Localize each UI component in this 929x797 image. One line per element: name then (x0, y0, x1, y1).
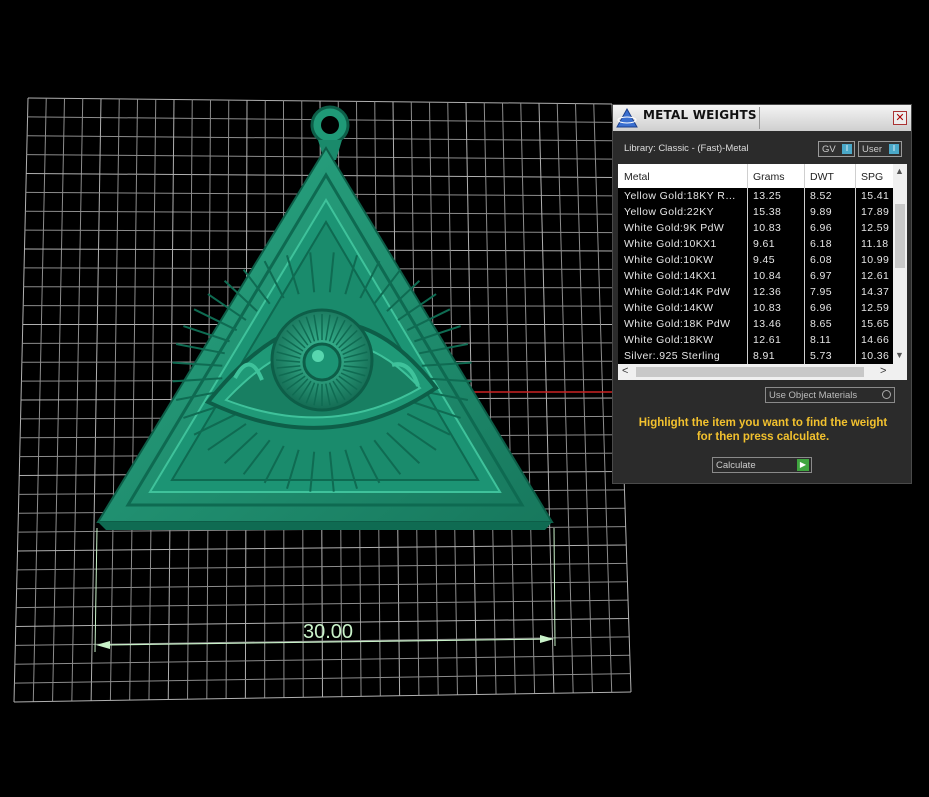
panel-titlebar[interactable]: METAL WEIGHTS ✕ (613, 105, 911, 131)
grams-cell: 10.84 (753, 270, 782, 282)
library-label: Library: Classic - (Fast)-Metal (624, 143, 749, 154)
column-header-grams[interactable]: Grams (753, 171, 785, 183)
gv-toggle-label: GV (822, 144, 836, 155)
dwt-cell: 8.65 (810, 318, 833, 330)
metal-cell: White Gold:14K PdW (624, 286, 731, 298)
pendant-model[interactable] (96, 105, 554, 530)
table-row[interactable]: White Gold:14KX1 10.84 6.97 12.61 (618, 268, 893, 284)
metal-cell: White Gold:14KW (624, 302, 714, 314)
pyramid-logo-icon (616, 107, 638, 128)
table-row[interactable]: White Gold:14K PdW 12.36 7.95 14.37 (618, 284, 893, 300)
toggle-knob-icon: I (889, 144, 899, 154)
vertical-scroll-thumb[interactable] (895, 204, 905, 268)
metal-cell: White Gold:9K PdW (624, 222, 725, 234)
dimension-value: 30.00 (303, 621, 353, 643)
table-header: Metal Grams DWT SPG (618, 164, 893, 188)
table-row[interactable]: White Gold:18K PdW 13.46 8.65 15.65 (618, 316, 893, 332)
metal-cell: White Gold:10KX1 (624, 238, 717, 250)
column-header-dwt[interactable]: DWT (810, 171, 834, 183)
close-icon[interactable]: ✕ (893, 111, 907, 125)
toggle-knob-icon: I (842, 144, 852, 154)
calculate-button[interactable]: Calculate ▶ (712, 457, 812, 473)
instruction-line-1: Highlight the item you want to find the … (638, 417, 888, 429)
dwt-cell: 6.08 (810, 254, 833, 266)
play-arrow-icon: ▶ (797, 459, 809, 471)
instruction-text: Highlight the item you want to find the … (623, 416, 903, 444)
metal-cell: Silver:.925 Sterling (624, 350, 721, 362)
horizontal-scrollbar[interactable]: < > (618, 364, 907, 380)
scroll-right-icon[interactable]: > (880, 365, 886, 377)
metal-cell: White Gold:18KW (624, 334, 714, 346)
table-row[interactable]: Yellow Gold:22KY 15.38 9.89 17.89 (618, 204, 893, 220)
metal-cell: White Gold:18K PdW (624, 318, 731, 330)
dwt-cell: 6.97 (810, 270, 833, 282)
user-toggle[interactable]: User I (858, 141, 902, 157)
instruction-line-2: for then press calculate. (696, 431, 830, 443)
gv-toggle[interactable]: GV I (818, 141, 855, 157)
grams-cell: 8.91 (753, 350, 776, 362)
metal-cell: Yellow Gold:18KY R… (624, 190, 737, 202)
use-object-materials-label: Use Object Materials (769, 390, 858, 401)
table-row[interactable]: White Gold:10KW 9.45 6.08 10.99 (618, 252, 893, 268)
metal-weights-panel: METAL WEIGHTS ✕ Library: Classic - (Fast… (612, 104, 912, 484)
dwt-cell: 8.52 (810, 190, 833, 202)
dwt-cell: 7.95 (810, 286, 833, 298)
grams-cell: 13.46 (753, 318, 782, 330)
dwt-cell: 8.11 (810, 334, 832, 346)
dwt-cell: 6.96 (810, 302, 833, 314)
title-divider (759, 107, 760, 129)
radio-icon[interactable] (882, 390, 891, 399)
table-row[interactable]: White Gold:10KX1 9.61 6.18 11.18 (618, 236, 893, 252)
column-header-metal[interactable]: Metal (624, 171, 650, 183)
grams-cell: 13.25 (753, 190, 782, 202)
scroll-left-icon[interactable]: < (622, 365, 628, 377)
eye-pupil (302, 342, 342, 382)
column-header-spg[interactable]: SPG (861, 171, 883, 183)
vertical-scrollbar[interactable]: ▲ ▼ (893, 164, 907, 364)
calculate-label: Calculate (716, 460, 756, 471)
scroll-up-icon[interactable]: ▲ (895, 166, 904, 176)
table-row[interactable]: Silver:.925 Sterling 8.91 5.73 10.36 (618, 348, 893, 364)
metal-cell: Yellow Gold:22KY (624, 206, 715, 218)
grams-cell: 9.61 (753, 238, 776, 250)
panel-title: METAL WEIGHTS (643, 108, 757, 122)
user-toggle-label: User (862, 144, 883, 155)
metal-cell: White Gold:14KX1 (624, 270, 717, 282)
dwt-cell: 5.73 (810, 350, 833, 362)
horizontal-scroll-thumb[interactable] (636, 367, 864, 377)
table-row[interactable]: White Gold:9K PdW 10.83 6.96 12.59 (618, 220, 893, 236)
table-body: Yellow Gold:18KY R… 13.25 8.52 15.41 Yellow … (618, 188, 893, 364)
metal-cell: White Gold:10KW (624, 254, 714, 266)
metal-table[interactable]: Metal Grams DWT SPG Yellow Gold:18KY R… 1… (618, 164, 907, 380)
table-row[interactable]: White Gold:14KW 10.83 6.96 12.59 (618, 300, 893, 316)
grams-cell: 15.38 (753, 206, 782, 218)
grams-cell: 9.45 (753, 254, 776, 266)
grams-cell: 12.61 (753, 334, 782, 346)
grams-cell: 12.36 (753, 286, 782, 298)
grams-cell: 10.83 (753, 302, 782, 314)
table-row[interactable]: Yellow Gold:18KY R… 13.25 8.52 15.41 (618, 188, 893, 204)
scroll-down-icon[interactable]: ▼ (895, 350, 904, 360)
dwt-cell: 6.18 (810, 238, 833, 250)
grams-cell: 10.83 (753, 222, 782, 234)
table-row[interactable]: White Gold:18KW 12.61 8.11 14.66 (618, 332, 893, 348)
use-object-materials-option[interactable]: Use Object Materials (765, 387, 895, 403)
dwt-cell: 9.89 (810, 206, 833, 218)
dwt-cell: 6.96 (810, 222, 833, 234)
